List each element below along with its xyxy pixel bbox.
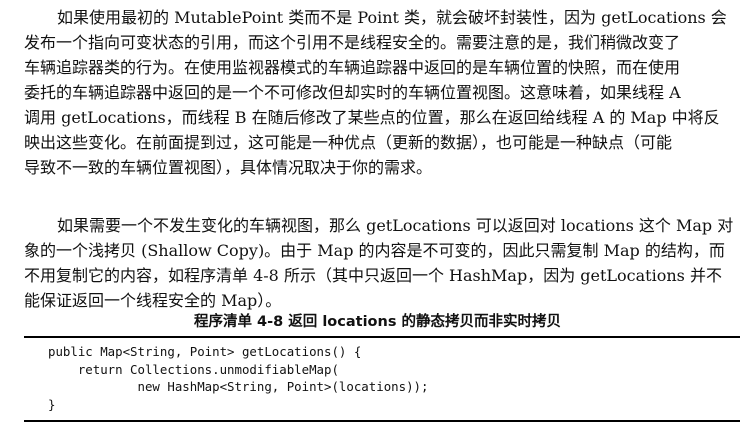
- text-line: 不用复制它的内容，如程序清单 4-8 所示（其中只返回一个 HashMap，因为…: [24, 266, 722, 285]
- text-line: 映出这些变化。在前面提到过，这可能是一种优点（更新的数据），也可能是一种缺点（可…: [24, 133, 673, 152]
- text-line: 象的一个浅拷贝 (Shallow Copy)。由于 Map 的内容是不可变的，因…: [24, 241, 725, 260]
- paragraph-shallow-copy: 如果需要一个不发生变化的车辆视图，那么 getLocations 可以返回对 l…: [24, 213, 746, 313]
- code-line: }: [48, 396, 56, 412]
- paragraph-delegation-behavior: 如果使用最初的 MutablePoint 类而不是 Point 类，就会破坏封装…: [24, 5, 746, 180]
- listing-bottom-rule: [24, 420, 740, 422]
- code-line: new HashMap<String, Point>(locations));: [48, 379, 429, 394]
- text-line: 车辆追踪器类的行为。在使用监视器模式的车辆追踪器中返回的是车辆位置的快照，而在使…: [24, 58, 681, 77]
- text-line: 发布一个指向可变状态的引用，而这个引用不是线程安全的。需要注意的是，我们稍微改变…: [24, 33, 681, 52]
- text-line: 能保证返回一个线程安全的 Map）。: [24, 291, 282, 310]
- listing-top-rule: [24, 336, 740, 338]
- text-line: 委托的车辆追踪器中返回的是一个不可修改但却实时的车辆位置视图。这意味着，如果线程…: [24, 83, 681, 102]
- text-line: 调用 getLocations，而线程 B 在随后修改了某些点的位置，那么在返回…: [24, 108, 720, 127]
- code-line: public Map<String, Point> getLocations()…: [48, 344, 362, 359]
- text-line: 导致不一致的车辆位置视图），具体情况取决于你的需求。: [24, 158, 433, 177]
- listing-title: 程序清单 4-8 返回 locations 的静态拷贝而非实时拷贝: [193, 314, 561, 330]
- text-line: 如果使用最初的 MutablePoint 类而不是 Point 类，就会破坏封装…: [57, 8, 727, 27]
- text-line: 如果需要一个不发生变化的车辆视图，那么 getLocations 可以返回对 l…: [57, 216, 734, 235]
- code-line: return Collections.unmodifiableMap(: [48, 361, 339, 377]
- book-page: 如果使用最初的 MutablePoint 类而不是 Point 类，就会破坏封装…: [0, 0, 755, 428]
- code-listing: public Map<String, Point> getLocations()…: [48, 343, 428, 413]
